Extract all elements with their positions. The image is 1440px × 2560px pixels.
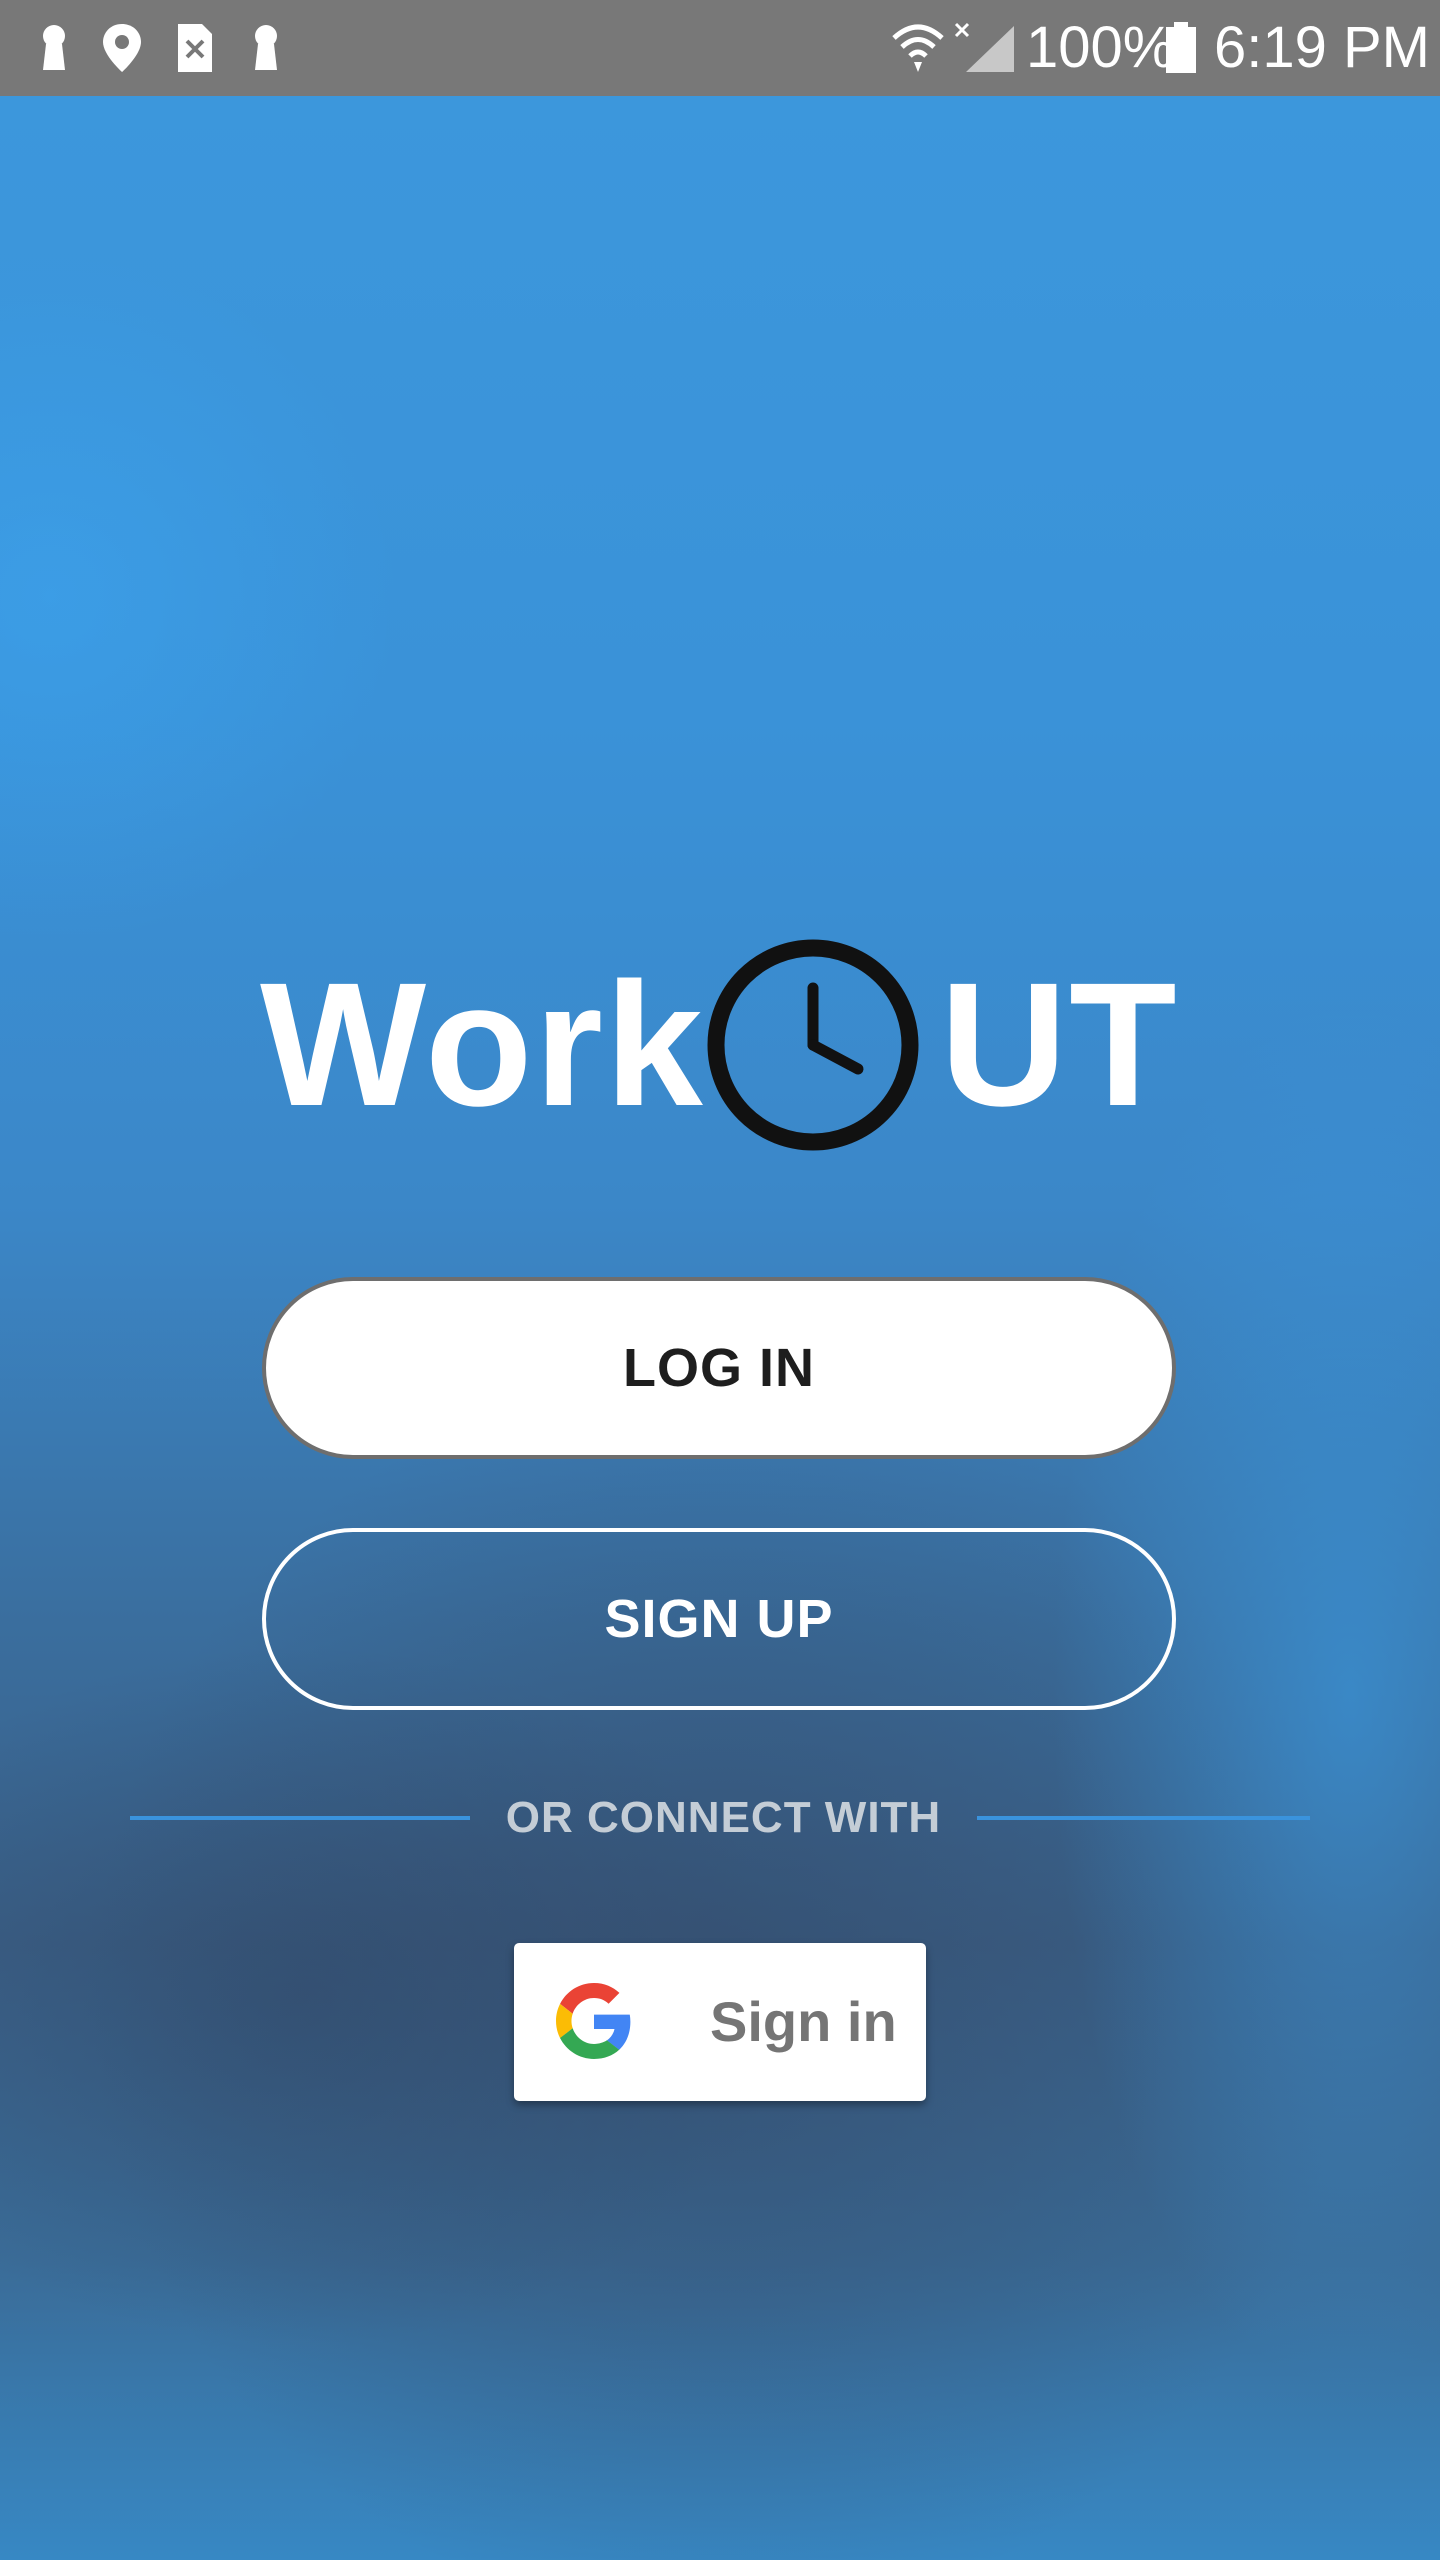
login-button[interactable]: LOG IN xyxy=(262,1277,1176,1459)
battery-icon xyxy=(1166,22,1196,73)
google-sign-in-label: Sign in xyxy=(710,1990,897,2053)
keyhole-icon xyxy=(43,25,65,70)
clock-icon xyxy=(707,939,919,1151)
clock-time: 6:19 PM xyxy=(1214,15,1430,80)
divider-line-left xyxy=(130,1816,470,1820)
app-logo: Work UT xyxy=(260,930,1180,1160)
status-bar: 100% 6:19 PM xyxy=(0,0,1440,96)
divider-line-right xyxy=(977,1816,1310,1820)
google-sign-in-button[interactable]: Sign in xyxy=(514,1943,926,2101)
wifi-icon xyxy=(892,24,944,72)
sim-error-icon xyxy=(178,24,212,72)
divider-label: OR CONNECT WITH xyxy=(505,1793,942,1842)
logo-text-work: Work xyxy=(260,947,705,1143)
background-glow xyxy=(0,246,400,946)
no-signal-icon xyxy=(954,22,1014,72)
logo-text-ut: UT xyxy=(940,947,1179,1143)
battery-percentage: 100% xyxy=(1026,15,1175,80)
location-pin-icon xyxy=(103,24,141,72)
keyhole-icon xyxy=(255,25,277,70)
google-g-icon xyxy=(556,1983,631,2059)
signup-button[interactable]: SIGN UP xyxy=(262,1528,1176,1710)
